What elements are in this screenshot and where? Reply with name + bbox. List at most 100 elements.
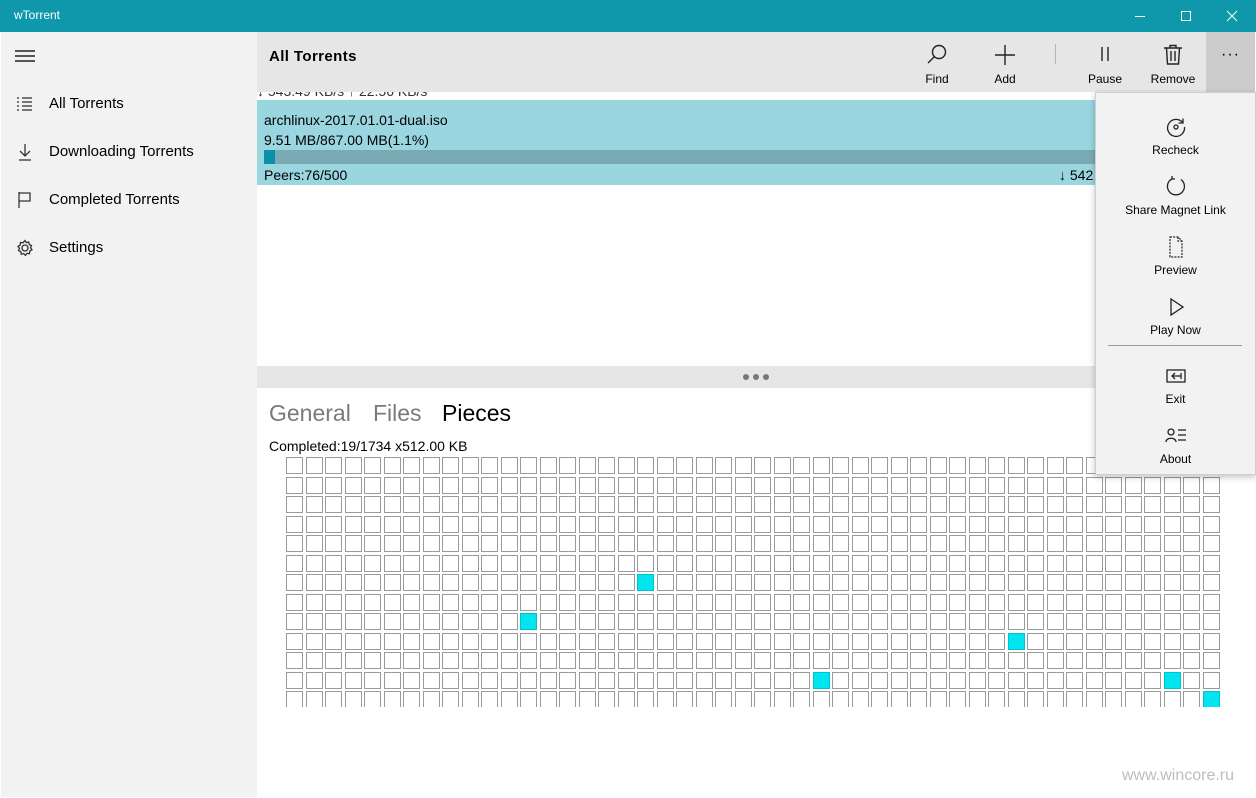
piece-cell <box>345 477 362 494</box>
piece-cell <box>1105 477 1122 494</box>
piece-cell <box>1105 672 1122 689</box>
piece-cell <box>559 574 576 591</box>
piece-cell <box>715 613 732 630</box>
pieces-map <box>286 457 1223 707</box>
piece-cell <box>384 652 401 669</box>
sidebar-item-completed-torrents[interactable]: Completed Torrents <box>1 180 257 220</box>
piece-cell <box>306 535 323 552</box>
torrent-speed: ↓ 542 <box>1059 167 1094 183</box>
piece-cell <box>501 672 518 689</box>
piece-cell <box>1125 672 1142 689</box>
preview-menu-item[interactable]: Preview <box>1096 225 1255 283</box>
tab-general[interactable]: General <box>269 400 351 427</box>
close-button[interactable] <box>1209 0 1255 32</box>
piece-cell <box>384 496 401 513</box>
piece-cell <box>754 613 771 630</box>
piece-cell <box>462 574 479 591</box>
remove-button[interactable]: Remove <box>1139 32 1207 92</box>
piece-cell <box>793 555 810 572</box>
minimize-button[interactable] <box>1117 0 1163 32</box>
piece-cell <box>1066 574 1083 591</box>
recheck-menu-item[interactable]: Recheck <box>1096 105 1255 163</box>
piece-cell <box>462 691 479 707</box>
command-bar: All Torrents Find Add Pause Remove ··· <box>257 32 1255 92</box>
piece-cell <box>696 555 713 572</box>
piece-cell <box>1105 535 1122 552</box>
piece-cell <box>1047 516 1064 533</box>
tab-pieces[interactable]: Pieces <box>442 400 511 427</box>
piece-cell <box>559 535 576 552</box>
piece-cell <box>832 652 849 669</box>
piece-cell <box>618 457 635 474</box>
piece-cell <box>540 555 557 572</box>
sidebar-item-settings[interactable]: Settings <box>1 228 257 268</box>
piece-cell <box>501 457 518 474</box>
piece-cell <box>540 633 557 650</box>
exit-menu-item[interactable]: Exit <box>1096 354 1255 412</box>
command-separator <box>1055 44 1056 64</box>
piece-cell <box>520 535 537 552</box>
sidebar-item-label: Downloading Torrents <box>49 143 194 160</box>
piece-cell <box>1027 457 1044 474</box>
piece-cell <box>988 633 1005 650</box>
piece-cell <box>774 672 791 689</box>
piece-cell <box>306 613 323 630</box>
piece-cell <box>1086 652 1103 669</box>
play-now-label: Play Now <box>1150 323 1201 337</box>
piece-cell <box>1008 496 1025 513</box>
piece-cell <box>637 516 654 533</box>
hamburger-button[interactable] <box>15 49 37 65</box>
piece-cell <box>520 633 537 650</box>
piece-cell <box>1105 613 1122 630</box>
play-now-menu-item[interactable]: Play Now <box>1096 285 1255 343</box>
piece-cell <box>325 691 342 707</box>
piece-cell <box>754 691 771 707</box>
piece-cell <box>1203 672 1220 689</box>
piece-cell <box>1183 555 1200 572</box>
piece-cell <box>364 516 381 533</box>
about-menu-item[interactable]: About <box>1096 414 1255 472</box>
piece-cell <box>871 477 888 494</box>
pause-label: Pause <box>1087 72 1123 86</box>
share-magnet-link-menu-item[interactable]: Share Magnet Link <box>1096 165 1255 223</box>
piece-cell <box>501 652 518 669</box>
piece-cell <box>988 555 1005 572</box>
piece-cell <box>813 496 830 513</box>
maximize-button[interactable] <box>1163 0 1209 32</box>
piece-cell <box>1027 652 1044 669</box>
piece-cell <box>559 594 576 611</box>
piece-cell <box>832 457 849 474</box>
piece-cell <box>442 477 459 494</box>
piece-cell-done <box>637 574 654 591</box>
piece-cell <box>852 496 869 513</box>
piece-cell <box>1086 516 1103 533</box>
piece-cell <box>1066 672 1083 689</box>
piece-cell <box>1144 477 1161 494</box>
more-flyout-menu: Recheck Share Magnet Link Preview Play N… <box>1095 92 1256 475</box>
share-magnet-link-label: Share Magnet Link <box>1125 203 1226 217</box>
piece-cell <box>306 477 323 494</box>
recheck-icon <box>1166 118 1185 138</box>
pause-button[interactable]: Pause <box>1071 32 1139 92</box>
piece-cell <box>1008 535 1025 552</box>
piece-cell <box>520 496 537 513</box>
sidebar-item-all-torrents[interactable]: All Torrents <box>1 84 257 124</box>
piece-cell <box>1027 691 1044 707</box>
piece-cell <box>598 477 615 494</box>
sidebar-item-downloading-torrents[interactable]: Downloading Torrents <box>1 132 257 172</box>
piece-cell <box>325 535 342 552</box>
piece-cell <box>618 496 635 513</box>
find-button[interactable]: Find <box>903 32 971 92</box>
more-button[interactable]: ··· <box>1206 32 1255 92</box>
add-button[interactable]: Add <box>971 32 1039 92</box>
piece-cell <box>403 496 420 513</box>
piece-cell-done <box>1203 691 1220 707</box>
piece-cell <box>871 516 888 533</box>
piece-cell <box>1164 477 1181 494</box>
piece-cell <box>403 516 420 533</box>
piece-cell <box>286 574 303 591</box>
piece-cell <box>754 477 771 494</box>
tab-files[interactable]: Files <box>373 400 422 427</box>
piece-cell <box>657 555 674 572</box>
piece-cell <box>1164 555 1181 572</box>
